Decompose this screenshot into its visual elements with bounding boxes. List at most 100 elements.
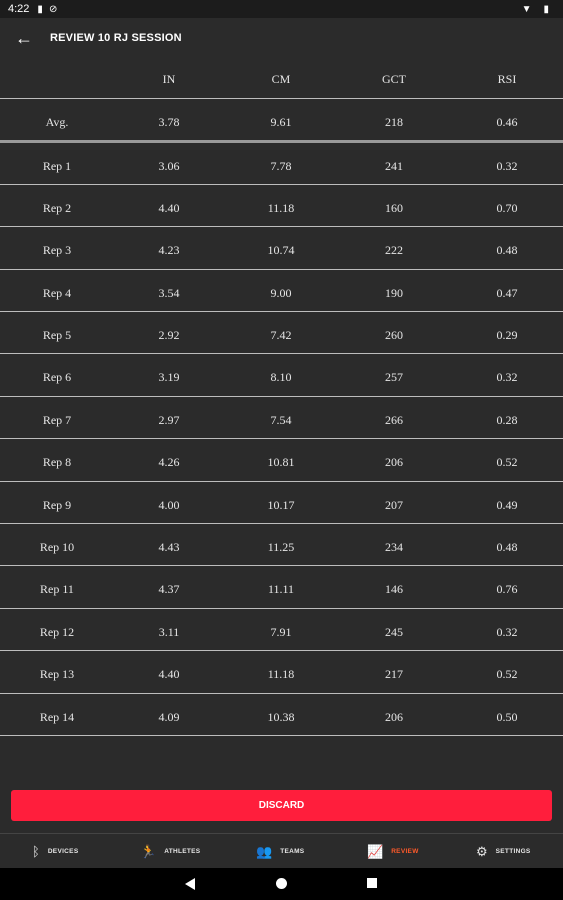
cell-in: 3.19 — [158, 370, 180, 385]
cell-gct: 245 — [385, 624, 403, 639]
row-label: Rep 6 — [42, 370, 72, 385]
row-label: Rep 4 — [42, 285, 72, 300]
cell-in: 4.40 — [158, 200, 180, 215]
cell-rsi: 0.47 — [496, 285, 518, 300]
row-label: Rep 10 — [39, 540, 75, 555]
status-bar: 4:22 ▮ ⊘ ▼ ▮ — [0, 0, 563, 18]
nav-item-settings[interactable]: ⚙ SETTINGS — [476, 834, 531, 869]
row-label: Rep 14 — [39, 709, 75, 724]
discard-button[interactable]: DISCARD — [11, 790, 552, 821]
system-recents-icon[interactable] — [367, 878, 377, 888]
row-label: Rep 1 — [42, 158, 72, 173]
cell-gct: 257 — [385, 370, 403, 385]
cell-rsi: 0.28 — [496, 412, 518, 427]
results-table: Avg. 3.78 9.61 218 0.46 Rep 1 3.06 7.78 … — [0, 99, 563, 736]
cell-gct: 222 — [385, 243, 403, 258]
table-row[interactable]: Rep 2 4.40 11.18 160 0.70 — [0, 185, 563, 228]
nav-item-label: ATHLETES — [164, 848, 201, 855]
nav-item-label: SETTINGS — [495, 848, 531, 855]
nav-item-devices[interactable]: ᛒ DEVICES — [32, 834, 78, 869]
table-row[interactable]: Rep 14 4.09 10.38 206 0.50 — [0, 694, 563, 736]
row-label: Rep 13 — [39, 667, 75, 682]
table-row[interactable]: Rep 4 3.54 9.00 190 0.47 — [0, 270, 563, 313]
cell-cm: 9.00 — [270, 285, 292, 300]
table-row[interactable]: Rep 5 2.92 7.42 260 0.29 — [0, 312, 563, 355]
cell-in: 4.43 — [158, 540, 180, 555]
cell-gct: 266 — [385, 412, 403, 427]
cell-gct: 160 — [385, 200, 403, 215]
table-row[interactable]: Rep 8 4.26 10.81 206 0.52 — [0, 439, 563, 482]
cell-in: 3.11 — [158, 624, 180, 639]
cell-in: 4.26 — [158, 455, 180, 470]
cell-gct: 217 — [385, 667, 403, 682]
cell-gct: 207 — [385, 497, 403, 512]
cell-in: 2.97 — [158, 412, 180, 427]
system-back-icon[interactable] — [185, 878, 195, 890]
table-header: IN CM GCT RSI — [0, 58, 563, 99]
cell-cm: 7.91 — [270, 624, 292, 639]
cell-rsi: 0.50 — [496, 709, 518, 724]
nav-item-label: TEAMS — [280, 848, 305, 855]
cell-cm: 7.54 — [270, 412, 292, 427]
cell-rsi: 0.32 — [496, 158, 518, 173]
cell-cm: 11.11 — [267, 582, 295, 597]
trending-icon: 📈 — [367, 843, 384, 859]
nav-item-review[interactable]: 📈 REVIEW — [367, 834, 419, 869]
wifi-icon: ▼ — [521, 3, 532, 15]
column-header-gct: GCT — [382, 72, 406, 86]
row-label: Avg. — [45, 115, 69, 129]
row-label: Rep 3 — [42, 243, 72, 258]
cell-cm: 9.61 — [270, 115, 292, 129]
table-row[interactable]: Rep 11 4.37 11.11 146 0.76 — [0, 566, 563, 609]
bluetooth-icon: ᛒ — [32, 844, 40, 859]
table-row[interactable]: Rep 13 4.40 11.18 217 0.52 — [0, 651, 563, 694]
cell-gct: 146 — [385, 582, 403, 597]
table-row[interactable]: Rep 7 2.97 7.54 266 0.28 — [0, 397, 563, 440]
page-title: REVIEW 10 RJ SESSION — [50, 32, 182, 44]
cell-cm: 10.81 — [267, 455, 295, 470]
row-label: Rep 7 — [42, 412, 72, 427]
column-header-rsi: RSI — [497, 72, 517, 86]
cell-in: 4.23 — [158, 243, 180, 258]
table-row[interactable]: Rep 3 4.23 10.74 222 0.48 — [0, 227, 563, 270]
table-row[interactable]: Rep 9 4.00 10.17 207 0.49 — [0, 482, 563, 525]
row-label: Rep 2 — [42, 200, 72, 215]
cell-cm: 11.25 — [267, 540, 295, 555]
cell-rsi: 0.48 — [496, 243, 518, 258]
column-header-in: IN — [162, 72, 176, 86]
cell-rsi: 0.29 — [496, 328, 518, 343]
cell-in: 3.78 — [158, 115, 180, 129]
nav-item-teams[interactable]: 👥 TEAMS — [256, 834, 304, 869]
cell-cm: 8.10 — [270, 370, 292, 385]
table-row[interactable]: Rep 6 3.19 8.10 257 0.32 — [0, 354, 563, 397]
system-home-icon[interactable] — [276, 878, 287, 889]
cell-rsi: 0.46 — [496, 115, 518, 129]
cell-rsi: 0.52 — [496, 667, 518, 682]
cell-rsi: 0.52 — [496, 455, 518, 470]
cell-rsi: 0.76 — [496, 582, 518, 597]
cell-rsi: 0.32 — [496, 624, 518, 639]
cell-cm: 11.18 — [267, 667, 295, 682]
data-saver-icon: ⊘ — [48, 3, 58, 15]
cell-cm: 10.38 — [267, 709, 295, 724]
cell-gct: 234 — [385, 540, 403, 555]
cell-cm: 7.42 — [270, 328, 292, 343]
runner-icon: 🏃 — [140, 843, 157, 859]
cell-in: 4.40 — [158, 667, 180, 682]
system-nav-bar — [0, 868, 563, 900]
cell-in: 3.54 — [158, 285, 180, 300]
nav-item-athletes[interactable]: 🏃 ATHLETES — [140, 834, 200, 869]
cell-rsi: 0.32 — [496, 370, 518, 385]
cell-rsi: 0.48 — [496, 540, 518, 555]
row-label: Rep 5 — [42, 328, 72, 343]
table-row[interactable]: Rep 10 4.43 11.25 234 0.48 — [0, 524, 563, 567]
row-label: Rep 9 — [42, 497, 72, 512]
battery-icon: ▮ — [543, 3, 549, 15]
cell-rsi: 0.49 — [496, 497, 518, 512]
table-row[interactable]: Rep 12 3.11 7.91 245 0.32 — [0, 609, 563, 652]
back-arrow-icon[interactable]: ← — [6, 20, 42, 56]
cell-gct: 206 — [385, 455, 403, 470]
table-row[interactable]: Rep 1 3.06 7.78 241 0.32 — [0, 143, 563, 185]
column-header-cm: CM — [271, 72, 291, 86]
cell-gct: 190 — [385, 285, 403, 300]
